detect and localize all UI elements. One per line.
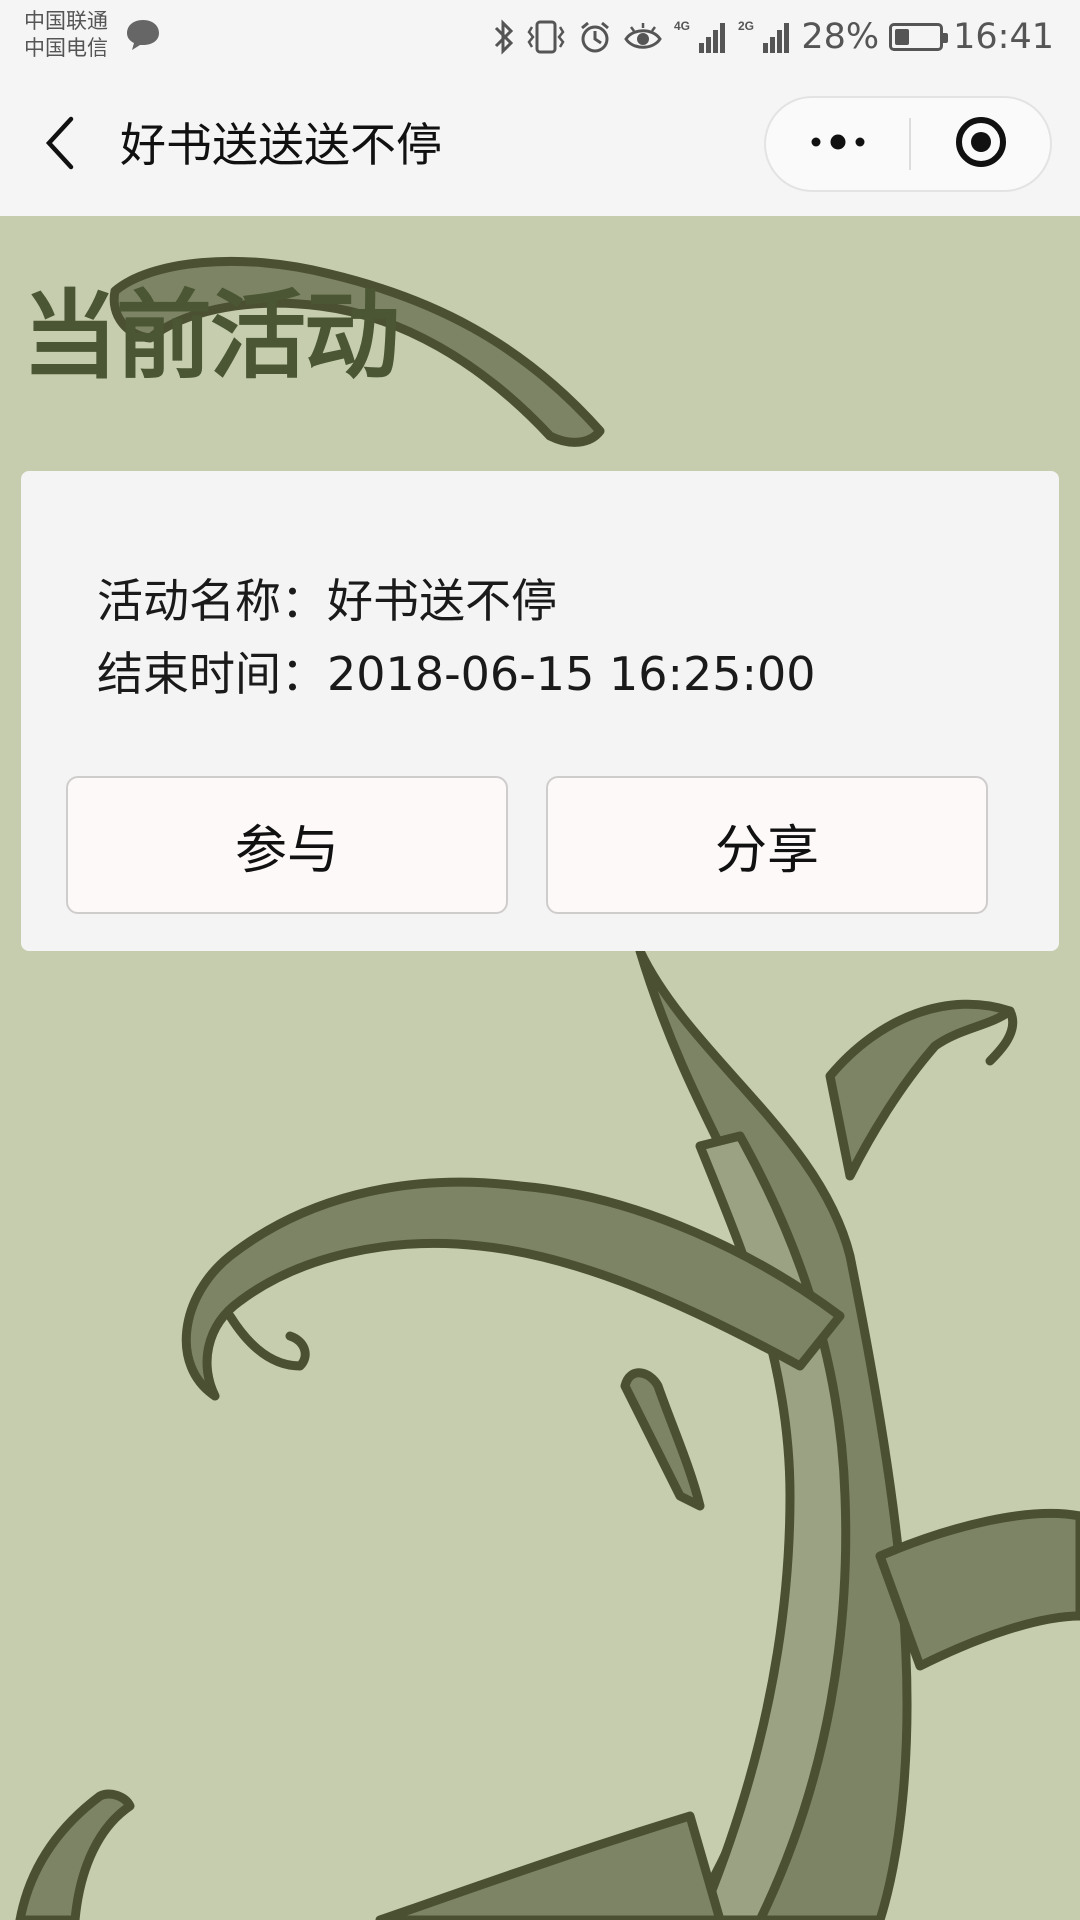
back-arrow-icon xyxy=(43,115,77,175)
more-button[interactable] xyxy=(766,98,909,190)
eye-icon xyxy=(623,19,663,55)
section-title: 当前活动 xyxy=(22,280,400,392)
signal-2g-icon: 2G xyxy=(737,17,791,57)
svg-text:2G: 2G xyxy=(738,19,754,33)
battery-level-fill xyxy=(895,29,909,45)
status-icons: 4G 2G 28% 16:41 xyxy=(493,10,1054,64)
battery-percent: 28% xyxy=(801,17,880,57)
activity-end-time: 结束时间：2018-06-15 16:25:00 xyxy=(97,647,816,701)
back-button[interactable] xyxy=(30,110,90,180)
bluetooth-icon xyxy=(493,19,515,55)
capsule-menu xyxy=(764,96,1052,192)
close-target-icon xyxy=(954,115,1008,173)
battery-icon xyxy=(889,23,949,51)
join-button[interactable]: 参与 xyxy=(66,776,508,914)
nav-bar: 好书送送送不停 xyxy=(0,74,1080,216)
svg-text:4G: 4G xyxy=(674,19,690,33)
more-dots-icon xyxy=(808,132,868,156)
page-title: 好书送送送不停 xyxy=(120,118,442,172)
activity-name: 活动名称：好书送不停 xyxy=(97,574,557,628)
signal-4g-icon: 4G xyxy=(673,17,727,57)
vibrate-icon xyxy=(525,19,567,55)
chat-bubble-icon xyxy=(125,18,161,56)
clock: 16:41 xyxy=(953,17,1054,57)
carrier-1: 中国联通 xyxy=(24,9,108,33)
alarm-icon xyxy=(577,19,613,55)
share-button[interactable]: 分享 xyxy=(546,776,988,914)
content-area: 当前活动 活动名称：好书送不停 结束时间：2018-06-15 16:25:00… xyxy=(0,216,1080,1920)
activity-card: 活动名称：好书送不停 结束时间：2018-06-15 16:25:00 参与 分… xyxy=(21,471,1059,951)
close-button[interactable] xyxy=(911,98,1050,190)
status-bar: 中国联通 中国电信 4G 2G 28% 16:41 xyxy=(0,0,1080,74)
carrier-info: 中国联通 中国电信 xyxy=(24,8,108,62)
carrier-2: 中国电信 xyxy=(24,36,108,60)
